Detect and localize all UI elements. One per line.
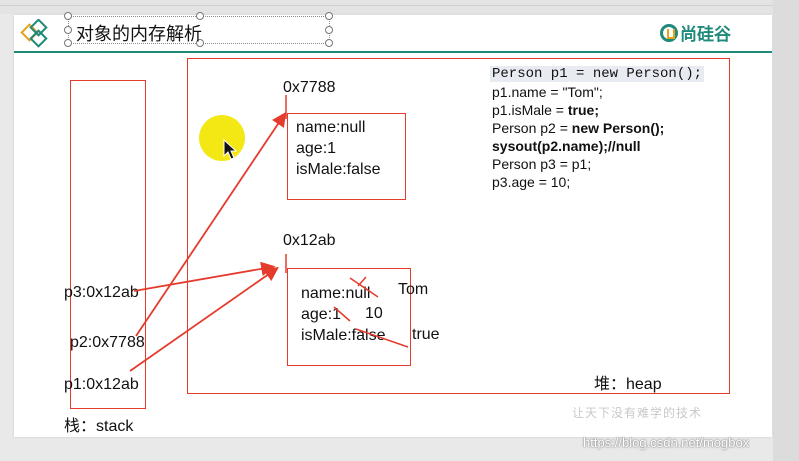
mouse-pointer-icon <box>223 139 237 160</box>
scrollbar-track[interactable] <box>773 0 799 461</box>
ismale-strike-mark <box>355 328 409 348</box>
reference-arrows <box>129 95 409 372</box>
p3-reference-arrow <box>133 261 276 292</box>
cursor-highlight <box>199 115 245 161</box>
slide-canvas: 对象的内存解析 尚硅谷 p3:0x12ab p2:0x7788 p1:0x12a… <box>14 12 772 437</box>
p1-reference-arrow <box>129 266 279 372</box>
name-strike-mark-2 <box>357 276 367 287</box>
watermark-slogan: 让天下没有难学的技术 <box>572 406 703 420</box>
window-top-strip <box>0 0 799 14</box>
age-strike-mark <box>333 306 351 322</box>
source-url-watermark: https://blog.csdn.net/mogbox <box>583 435 750 450</box>
ruler-line <box>0 5 799 6</box>
name-strike-mark <box>349 277 379 298</box>
